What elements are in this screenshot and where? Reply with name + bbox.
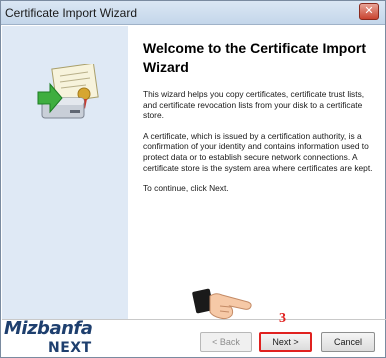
pointing-hand-icon <box>192 288 252 320</box>
step-number-annotation: 3 <box>279 311 286 326</box>
watermark-brand: Mizbanfa <box>4 318 93 339</box>
certificate-import-icon <box>37 64 99 119</box>
watermark-next: NEXT <box>48 340 92 356</box>
close-icon: ✕ <box>364 5 374 17</box>
title-bar: Certificate Import Wizard ✕ <box>1 1 385 25</box>
mizbanfa-watermark: Mizbanfa NEXT <box>0 318 110 358</box>
wizard-heading: Welcome to the Certificate Import Wizard <box>143 40 367 75</box>
window-title: Certificate Import Wizard <box>5 6 138 20</box>
close-button[interactable]: ✕ <box>359 3 379 20</box>
certificate-description-paragraph: A certificate, which is issued by a cert… <box>143 130 373 173</box>
next-button[interactable]: Next > <box>259 332 312 352</box>
wizard-content: Welcome to the Certificate Import Wizard… <box>143 39 375 204</box>
continue-instruction: To continue, click Next. <box>143 183 229 194</box>
wizard-side-panel <box>2 26 128 319</box>
cancel-button[interactable]: Cancel <box>321 332 375 352</box>
intro-paragraph: This wizard helps you copy certificates,… <box>143 89 365 121</box>
back-button[interactable]: < Back <box>200 332 252 352</box>
